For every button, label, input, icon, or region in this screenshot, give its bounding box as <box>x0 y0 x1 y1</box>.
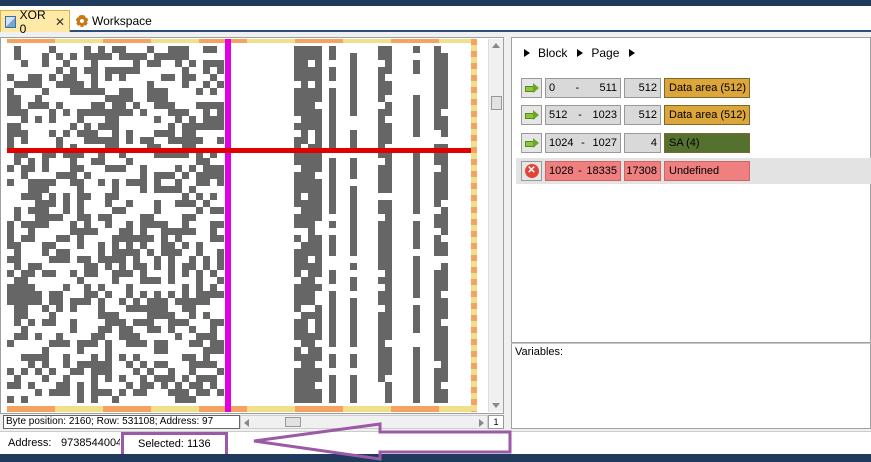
selected-label: Selected: <box>138 438 184 450</box>
address-label: Address: <box>8 437 52 449</box>
position-readout: Byte position: 2160; Row: 531108; Addres… <box>3 415 240 429</box>
arrow-right-icon <box>524 110 539 120</box>
scroll-thumb[interactable] <box>491 96 502 110</box>
xor-file-icon <box>5 15 16 28</box>
region-range: 512-1023 <box>545 105 621 125</box>
highlight-column <box>225 39 231 412</box>
region-stripe-bottom <box>7 406 477 412</box>
zoom-field[interactable]: 1 <box>488 415 504 429</box>
tab-xor[interactable]: XOR 0 ✕ <box>0 8 70 36</box>
region-size: 512 <box>624 78 661 98</box>
region-row-undefined: ✕ 1028-18335 17308 Undefined <box>516 158 871 184</box>
horizontal-scrollbar[interactable] <box>240 415 488 429</box>
variables-panel: Variables: <box>511 343 871 429</box>
region-size: 17308 <box>624 161 661 181</box>
address-value: 9738544004 <box>61 437 120 449</box>
region-size: 512 <box>624 105 661 125</box>
bottom-strip <box>0 454 871 462</box>
arrow-right-icon <box>524 138 539 148</box>
region-label[interactable]: Data area (512) <box>664 105 750 125</box>
tab-label: Workspace <box>92 14 152 28</box>
go-to-region-button[interactable] <box>521 78 542 98</box>
scroll-right-icon[interactable] <box>479 419 484 427</box>
region-range: 1024-1027 <box>545 133 621 153</box>
region-stripe-right <box>471 39 477 412</box>
play-icon[interactable] <box>577 49 584 57</box>
go-to-region-button[interactable] <box>521 133 542 153</box>
structure-panel: Block Page 0-511 512 Data area (512) 512… <box>511 37 871 343</box>
variables-label: Variables: <box>515 346 564 358</box>
arrow-right-icon <box>524 83 539 93</box>
scroll-up-icon[interactable] <box>492 43 500 48</box>
vertical-scrollbar[interactable] <box>488 39 503 412</box>
breadcrumb-page[interactable]: Page <box>591 46 619 60</box>
gear-icon <box>76 15 88 27</box>
bitmap-canvas[interactable] <box>7 39 477 412</box>
bitmap-visualizer[interactable] <box>0 37 504 414</box>
region-range: 1028-18335 <box>545 161 621 181</box>
tab-workspace[interactable]: Workspace <box>72 10 162 32</box>
breadcrumb-block[interactable]: Block <box>538 46 567 60</box>
region-label[interactable]: SA (4) <box>664 133 750 153</box>
scroll-thumb[interactable] <box>285 417 301 427</box>
go-to-region-button[interactable] <box>521 105 542 125</box>
highlight-row <box>7 148 471 153</box>
scroll-down-icon[interactable] <box>492 403 500 408</box>
tab-bar: XOR 0 ✕ Workspace <box>0 6 871 36</box>
status-bar: Address: 9738544004 Selected: 1136 <box>0 431 871 458</box>
play-icon[interactable] <box>629 49 636 57</box>
region-label[interactable]: Undefined <box>664 161 750 181</box>
scroll-left-icon[interactable] <box>244 419 249 427</box>
play-icon[interactable] <box>524 49 530 57</box>
error-icon: ✕ <box>524 164 539 178</box>
tab-label: XOR 0 <box>19 7 46 36</box>
region-size: 4 <box>624 133 661 153</box>
region-stripe-top <box>7 39 477 43</box>
close-icon[interactable]: ✕ <box>55 15 65 29</box>
remove-region-button[interactable]: ✕ <box>521 161 542 181</box>
region-range: 0-511 <box>545 78 621 98</box>
region-label[interactable]: Data area (512) <box>664 78 750 98</box>
selected-value: 1136 <box>187 438 211 450</box>
breadcrumb: Block Page <box>524 46 643 60</box>
